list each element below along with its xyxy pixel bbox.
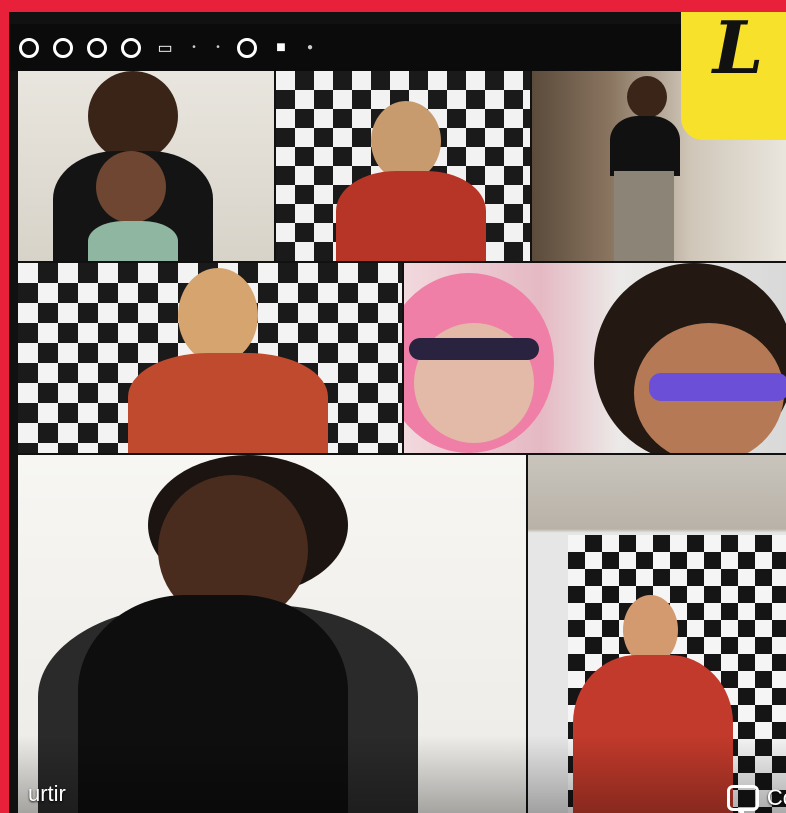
participant-face: [178, 268, 258, 363]
small-indicator-icon: •: [216, 42, 220, 53]
dot-icon: ●: [306, 42, 314, 53]
participant-face: [627, 76, 667, 118]
participant-circle-icon[interactable]: [121, 37, 141, 58]
small-indicator-icon: •: [192, 42, 196, 53]
sunglasses: [649, 373, 786, 401]
settings-circle-icon[interactable]: [237, 37, 257, 58]
participant-circle-icon[interactable]: [87, 37, 107, 58]
participant-body: [336, 171, 486, 261]
screen-share-icon[interactable]: ▭: [155, 38, 175, 58]
comment-button[interactable]: Co: [726, 785, 786, 813]
participant-pants: [614, 171, 674, 261]
participant-body: [610, 116, 680, 176]
participant-tile[interactable]: [18, 263, 402, 453]
participant-circle-icon[interactable]: [19, 37, 39, 58]
participant-face: [371, 101, 441, 181]
participant-circle-icon[interactable]: [53, 37, 73, 58]
sunglasses: [409, 338, 539, 360]
logo-letter: L: [712, 12, 764, 90]
participant-tile[interactable]: [276, 71, 530, 261]
camera-icon[interactable]: ■: [271, 38, 291, 58]
share-label[interactable]: urtir: [28, 781, 66, 807]
comment-icon: [726, 785, 759, 813]
participant-tile[interactable]: [18, 71, 274, 261]
child-face: [96, 151, 166, 223]
comment-label: Co: [766, 785, 786, 810]
participant-tile[interactable]: [404, 263, 786, 453]
video-call-frame: ▭ • • ■ ● urtir C L: [0, 0, 786, 813]
participant-body: [128, 353, 328, 453]
participant-face: [88, 71, 178, 161]
participant-grid: urtir Co: [18, 71, 786, 813]
child-body: [88, 221, 178, 261]
overlay-gradient: [18, 735, 786, 813]
call-toolbar: ▭ • • ■ ●: [9, 24, 699, 71]
channel-logo-badge: L: [681, 12, 786, 140]
